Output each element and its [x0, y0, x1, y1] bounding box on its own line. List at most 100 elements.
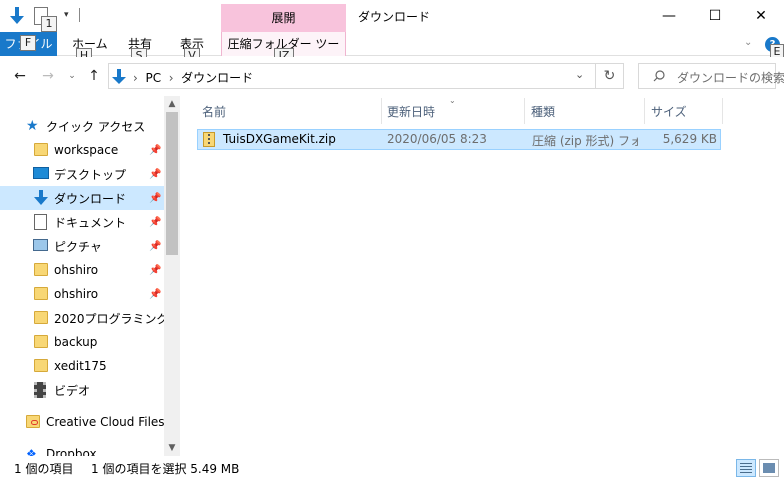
pin-icon[interactable]: 📌	[149, 265, 161, 276]
pin-icon[interactable]: 📌	[149, 217, 161, 228]
ribbon-tabs: ファイル F ホーム H 共有 S 表示 V 圧縮フォルダー ツール JZ ⌄	[0, 32, 784, 75]
back-arrow-icon[interactable]: ←	[10, 66, 30, 86]
picture-icon	[33, 239, 48, 251]
forward-arrow-icon[interactable]: →	[38, 66, 58, 86]
folder-icon	[34, 287, 48, 300]
sidebar-item-label: workspace	[54, 143, 119, 157]
sidebar-item-documents[interactable]: ドキュメント 📌	[0, 210, 164, 234]
file-size: 5,629 KB	[662, 132, 717, 146]
sidebar-item-label: ohshiro	[54, 287, 99, 301]
document-icon	[34, 214, 47, 230]
breadcrumb-pc[interactable]: PC	[145, 71, 161, 85]
sidebar-item-label: xedit175	[54, 359, 107, 373]
sidebar-item-quick-access[interactable]: ★ クイック アクセス	[0, 114, 164, 138]
breadcrumb-separator-icon: ›	[133, 71, 142, 85]
sidebar-item-creative-cloud[interactable]: Creative Cloud Files	[0, 410, 165, 434]
desktop-icon	[33, 167, 49, 179]
sidebar-item-label: ohshiro	[54, 263, 99, 277]
scrollbar-thumb[interactable]	[166, 112, 178, 255]
item-count: 1 個の項目	[14, 462, 74, 476]
sidebar-item-xedit[interactable]: xedit175	[0, 354, 164, 378]
download-icon	[112, 69, 126, 84]
sidebar-item-label: ドキュメント	[54, 215, 127, 230]
sidebar-item-label: Creative Cloud Files	[46, 415, 165, 429]
recent-locations-icon[interactable]: ⌄	[62, 66, 82, 86]
folder-icon	[34, 263, 48, 276]
folder-icon	[34, 143, 48, 156]
download-arrow-icon[interactable]	[8, 6, 26, 26]
large-icons-view-icon[interactable]	[759, 459, 779, 477]
scroll-down-icon[interactable]: ▼	[164, 440, 180, 456]
pin-icon[interactable]: 📌	[149, 193, 161, 204]
sidebar-item-dropbox[interactable]: ❖ Dropbox	[0, 442, 164, 456]
file-type: 圧縮 (zip 形式) フォ...	[532, 134, 638, 148]
sidebar-item-pictures[interactable]: ピクチャ 📌	[0, 234, 164, 258]
maximize-button[interactable]: ☐	[692, 0, 738, 31]
sidebar-item-videos[interactable]: ビデオ	[0, 378, 164, 402]
video-icon	[34, 382, 46, 398]
qat-keytip: 1	[41, 16, 57, 32]
title-bar: 1 ▾ 展開 ダウンロード — ☐ ✕	[0, 0, 784, 32]
sidebar-item-ohshiro[interactable]: ohshiro 📌	[0, 258, 164, 282]
sidebar-item-programming[interactable]: 2020プログラミング応用	[0, 306, 164, 330]
refresh-icon[interactable]: ↻	[596, 63, 624, 89]
address-dropdown-icon[interactable]: ⌄	[575, 68, 584, 81]
column-header-name[interactable]: 名前	[202, 100, 226, 124]
breadcrumb-separator-icon: ›	[164, 71, 178, 85]
sidebar-item-downloads[interactable]: ダウンロード 📌	[0, 186, 164, 210]
ribbon-expand-icon[interactable]: ⌄	[744, 37, 752, 48]
column-divider[interactable]	[381, 98, 382, 124]
navigation-pane: ★ クイック アクセス workspace 📌 デスクトップ 📌 ダウンロード …	[0, 96, 180, 456]
breadcrumb-downloads[interactable]: ダウンロード	[181, 71, 253, 85]
table-row[interactable]: TuisDXGameKit.zip 2020/06/05 8:23 圧縮 (zi…	[197, 129, 721, 150]
up-arrow-icon[interactable]: ↑	[84, 66, 104, 86]
column-header-modified[interactable]: 更新日時	[387, 100, 435, 124]
download-icon	[34, 190, 48, 205]
folder-icon	[34, 335, 48, 348]
creative-cloud-icon	[26, 415, 40, 428]
sidebar-item-desktop[interactable]: デスクトップ 📌	[0, 162, 164, 186]
sidebar-item-label: デスクトップ	[54, 167, 127, 182]
qat-dropdown-icon[interactable]: ▾	[64, 10, 69, 20]
search-box[interactable]: ダウンロードの検索	[638, 63, 784, 89]
pin-icon[interactable]: 📌	[149, 289, 161, 300]
sidebar-item-ohshiro-2[interactable]: ohshiro 📌	[0, 282, 164, 306]
sidebar-item-label: backup	[54, 335, 98, 349]
minimize-button[interactable]: —	[646, 0, 692, 31]
star-icon: ★	[26, 118, 39, 134]
file-list: ⌄ 名前 更新日時 種類 サイズ TuisDXGameKit.zip 2020/…	[185, 96, 784, 456]
column-header-size[interactable]: サイズ	[651, 100, 687, 124]
sidebar-item-label: クイック アクセス	[46, 119, 146, 134]
file-keytip: F	[20, 35, 36, 51]
column-divider[interactable]	[644, 98, 645, 124]
sidebar-item-label: Dropbox	[46, 447, 97, 456]
address-bar[interactable]: › PC › ダウンロード ⌄	[108, 63, 596, 89]
pin-icon[interactable]: 📌	[149, 169, 161, 180]
window-title: ダウンロード	[358, 10, 431, 24]
contextual-group-label: 展開	[271, 11, 296, 25]
column-divider[interactable]	[524, 98, 525, 124]
sidebar-item-backup[interactable]: backup	[0, 330, 164, 354]
sidebar-item-label: ピクチャ	[54, 239, 102, 254]
pin-icon[interactable]: 📌	[149, 145, 161, 156]
navigation-bar: ← → ⌄ ↑ › PC › ダウンロード ⌄ ↻ ダウンロードの検索	[0, 57, 784, 95]
column-header-type[interactable]: 種類	[531, 100, 555, 124]
search-input[interactable]: ダウンロードの検索	[677, 69, 784, 86]
pin-icon[interactable]: 📌	[149, 241, 161, 252]
selection-info: 1 個の項目を選択 5.49 MB	[91, 462, 240, 476]
contextual-group-header: 展開	[221, 4, 346, 32]
close-button[interactable]: ✕	[738, 0, 784, 31]
file-name[interactable]: TuisDXGameKit.zip	[223, 132, 336, 146]
sort-indicator-icon: ⌄	[449, 96, 456, 105]
status-bar: 1 個の項目 1 個の項目を選択 5.49 MB	[0, 456, 784, 480]
column-divider[interactable]	[722, 98, 723, 124]
folder-icon	[34, 359, 48, 372]
search-icon	[653, 70, 665, 82]
breadcrumb[interactable]: › PC › ダウンロード	[133, 69, 253, 86]
scroll-up-icon[interactable]: ▲	[164, 96, 180, 112]
details-view-icon[interactable]	[736, 459, 756, 477]
folder-icon	[34, 311, 48, 324]
sidebar-item-workspace[interactable]: workspace 📌	[0, 138, 164, 162]
dropbox-icon: ❖	[26, 447, 37, 456]
zip-folder-icon	[203, 132, 215, 147]
